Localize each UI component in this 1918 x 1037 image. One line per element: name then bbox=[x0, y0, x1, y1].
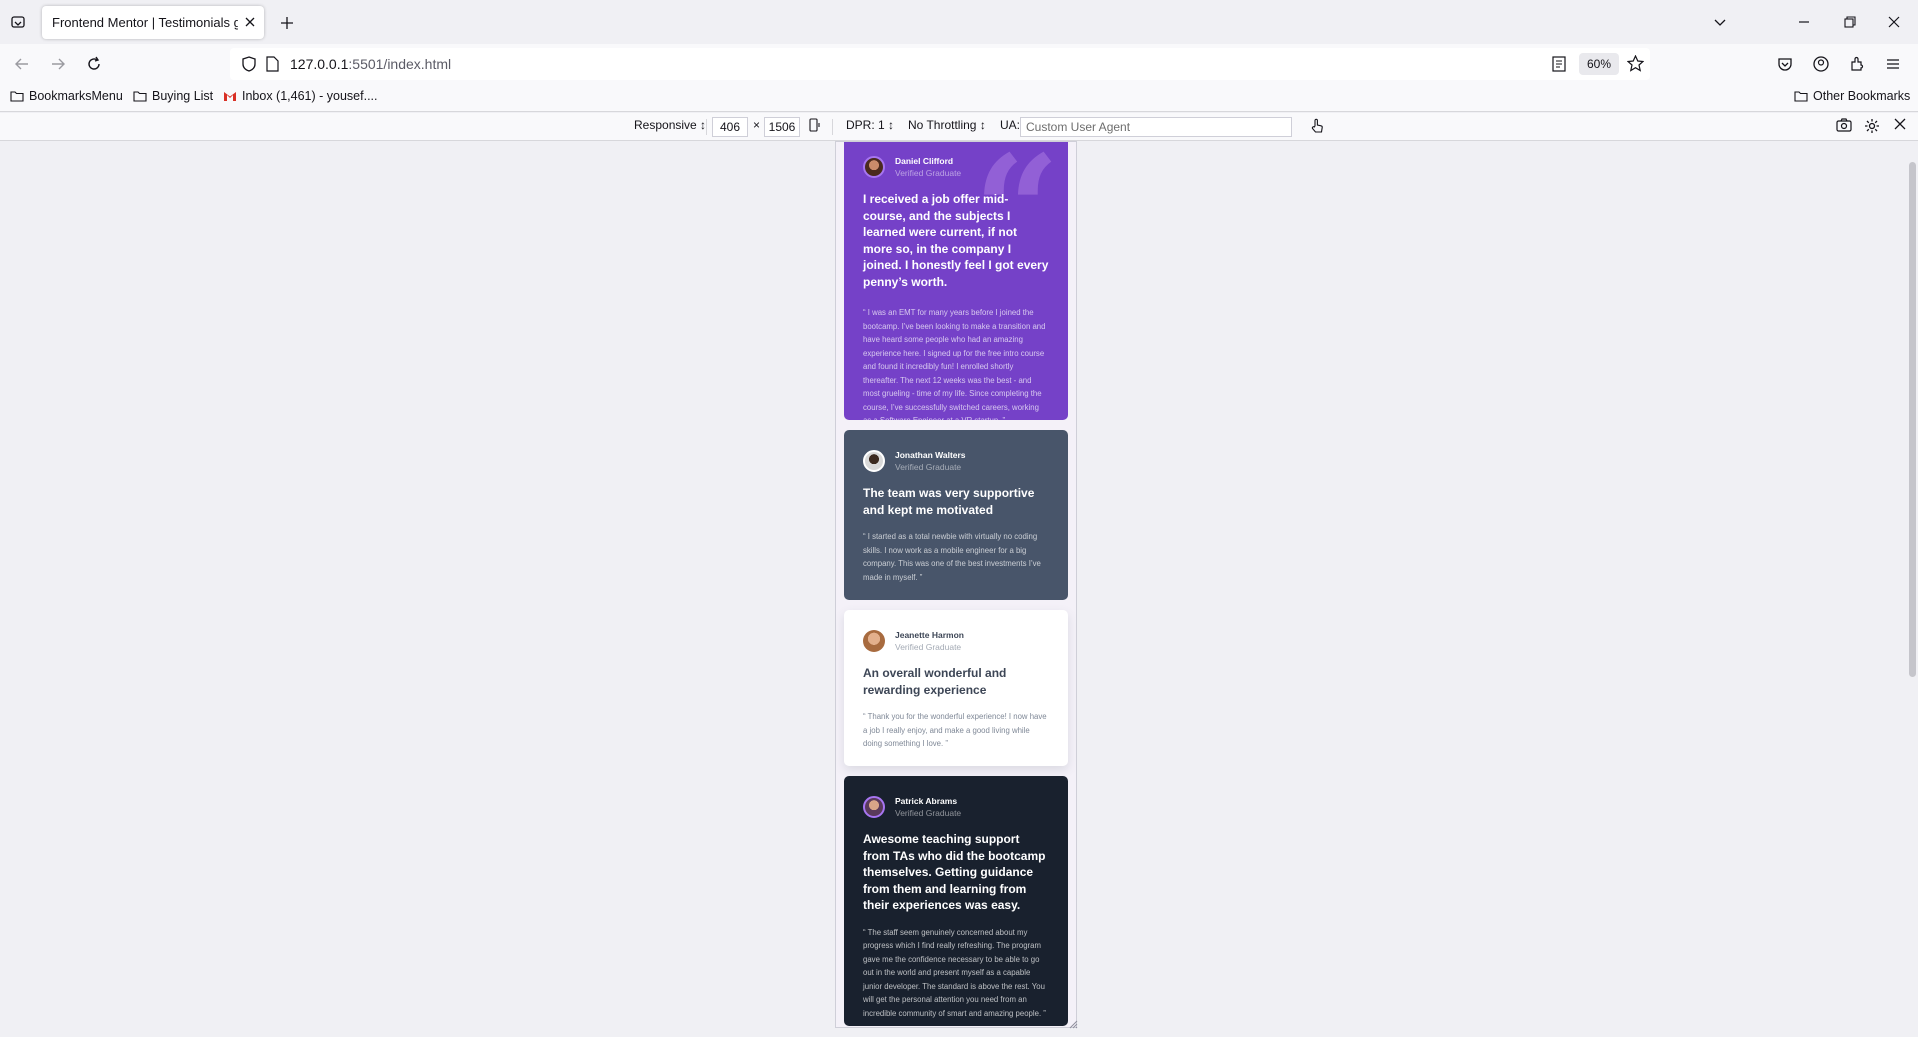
forward-icon[interactable] bbox=[46, 52, 70, 76]
gmail-icon bbox=[224, 91, 236, 101]
bookmark-label: BookmarksMenu bbox=[29, 89, 123, 103]
avatar bbox=[863, 630, 885, 652]
restore-icon[interactable] bbox=[1838, 10, 1862, 34]
bookmark-label: Buying List bbox=[152, 89, 214, 103]
bookmark-inbox[interactable]: Inbox (1,461) - yousef.... bbox=[223, 89, 378, 103]
ua-label: UA: bbox=[1000, 118, 1021, 132]
tab-title: Frontend Mentor | Testimonials grid sect… bbox=[52, 15, 238, 30]
pocket-icon[interactable] bbox=[1773, 52, 1797, 76]
folder-icon bbox=[133, 91, 147, 102]
screenshot-icon[interactable] bbox=[1836, 118, 1852, 132]
testimonial-card-daniel: “ Daniel Clifford Verified Graduate I re… bbox=[844, 142, 1068, 420]
bookmark-bookmarksmenu[interactable]: BookmarksMenu bbox=[10, 89, 123, 103]
viewport-height-input[interactable]: 1506 bbox=[764, 117, 800, 137]
bookmark-buying-list[interactable]: Buying List bbox=[133, 89, 213, 103]
dimension-separator: × bbox=[753, 118, 761, 132]
menu-icon[interactable] bbox=[1881, 52, 1905, 76]
person-role: Verified Graduate bbox=[895, 642, 962, 652]
throttling-selector[interactable]: No Throttling ↕ bbox=[908, 118, 986, 132]
person-info: Jeanette Harmon Verified Graduate bbox=[863, 629, 1049, 653]
avatar bbox=[863, 450, 885, 472]
person-info: Daniel Clifford Verified Graduate bbox=[863, 155, 1049, 179]
person-name: Patrick Abrams bbox=[895, 796, 958, 806]
separator bbox=[832, 119, 833, 135]
person-role: Verified Graduate bbox=[895, 808, 962, 818]
avatar bbox=[863, 796, 885, 818]
testimonial-body: “ The staff seem genuinely concerned abo… bbox=[863, 927, 1046, 1018]
close-tab-icon[interactable] bbox=[242, 14, 258, 30]
back-icon[interactable] bbox=[10, 52, 34, 76]
url-bar[interactable]: 127.0.0.1:5501/index.html 60% bbox=[230, 48, 1650, 80]
testimonial-body: “ Thank you for the wonderful experience… bbox=[863, 712, 1047, 748]
testimonial-headline: The team was very supportive and kept me… bbox=[863, 486, 1035, 517]
list-all-tabs-icon[interactable] bbox=[6, 10, 30, 34]
scrollbar-thumb[interactable] bbox=[1909, 162, 1916, 677]
testimonial-card-jeanette: Jeanette Harmon Verified Graduate An ove… bbox=[844, 610, 1068, 766]
vertical-scrollbar[interactable] bbox=[1906, 142, 1918, 1037]
person-info: Jonathan Walters Verified Graduate bbox=[863, 449, 1049, 473]
person-name: Jonathan Walters bbox=[895, 450, 966, 460]
close-rdm-icon[interactable] bbox=[1894, 118, 1906, 130]
person-name: Jeanette Harmon bbox=[895, 630, 964, 640]
bookmark-star-icon[interactable] bbox=[1626, 54, 1645, 77]
viewport-width-input[interactable]: 406 bbox=[712, 117, 748, 137]
new-tab-icon[interactable] bbox=[276, 12, 298, 34]
testimonial-headline: An overall wonderful and rewarding exper… bbox=[863, 666, 1007, 697]
person-name: Daniel Clifford bbox=[895, 156, 954, 166]
dpr-selector[interactable]: DPR: 1 ↕ bbox=[846, 118, 894, 132]
folder-icon bbox=[10, 91, 24, 102]
separator bbox=[706, 119, 707, 135]
tab-active[interactable]: Frontend Mentor | Testimonials grid sect… bbox=[42, 6, 264, 39]
tab-strip: Frontend Mentor | Testimonials grid sect… bbox=[0, 0, 1918, 44]
bookmarks-toolbar: BookmarksMenu Buying List Inbox (1,461) … bbox=[0, 84, 1918, 112]
navigation-toolbar: 127.0.0.1:5501/index.html 60% bbox=[0, 44, 1918, 84]
person-info: Patrick Abrams Verified Graduate bbox=[863, 795, 1049, 819]
bookmark-label: Inbox (1,461) - yousef.... bbox=[242, 89, 378, 103]
device-selector[interactable]: Responsive ↕ bbox=[634, 118, 706, 132]
rotate-viewport-icon[interactable] bbox=[808, 118, 822, 132]
testimonial-headline: I received a job offer mid-course, and t… bbox=[863, 192, 1049, 289]
folder-icon bbox=[1794, 91, 1808, 102]
responsive-viewport[interactable]: “ Daniel Clifford Verified Graduate I re… bbox=[836, 142, 1076, 1027]
user-agent-input[interactable]: Custom User Agent bbox=[1020, 117, 1292, 137]
testimonial-card-patrick: Patrick Abrams Verified Graduate Awesome… bbox=[844, 776, 1068, 1026]
minimize-icon[interactable] bbox=[1792, 10, 1816, 34]
avatar bbox=[863, 156, 885, 178]
url-host: 127.0.0.1 bbox=[290, 56, 349, 72]
testimonial-card-jonathan: Jonathan Walters Verified Graduate The t… bbox=[844, 430, 1068, 600]
touch-simulation-icon[interactable] bbox=[1310, 118, 1324, 134]
person-role: Verified Graduate bbox=[895, 462, 962, 472]
testimonial-body: “ I started as a total newbie with virtu… bbox=[863, 532, 1041, 582]
testimonial-body: “ I was an EMT for many years before I j… bbox=[863, 308, 1046, 420]
reader-view-icon[interactable] bbox=[1552, 56, 1566, 77]
url-path: :5501/index.html bbox=[348, 56, 452, 72]
url-text: 127.0.0.1:5501/index.html bbox=[290, 56, 451, 72]
close-window-icon[interactable] bbox=[1882, 10, 1906, 34]
other-bookmarks-label: Other Bookmarks bbox=[1813, 89, 1911, 103]
page-icon[interactable] bbox=[266, 56, 279, 77]
person-role: Verified Graduate bbox=[895, 168, 962, 178]
reload-icon[interactable] bbox=[82, 52, 106, 76]
viewport-resize-handle[interactable] bbox=[1068, 1019, 1078, 1029]
content-area: “ Daniel Clifford Verified Graduate I re… bbox=[0, 142, 1918, 1037]
testimonial-headline: Awesome teaching support from TAs who di… bbox=[863, 832, 1046, 912]
other-bookmarks[interactable]: Other Bookmarks bbox=[1794, 89, 1910, 103]
account-icon[interactable] bbox=[1809, 52, 1833, 76]
settings-gear-icon[interactable] bbox=[1864, 118, 1880, 134]
shield-icon[interactable] bbox=[242, 56, 256, 77]
zoom-level-button[interactable]: 60% bbox=[1579, 53, 1620, 75]
extensions-icon[interactable] bbox=[1845, 52, 1869, 76]
responsive-design-toolbar: Responsive ↕ 406 × 1506 DPR: 1 ↕ No Thro… bbox=[0, 113, 1918, 141]
chevron-down-icon[interactable] bbox=[1708, 10, 1732, 34]
